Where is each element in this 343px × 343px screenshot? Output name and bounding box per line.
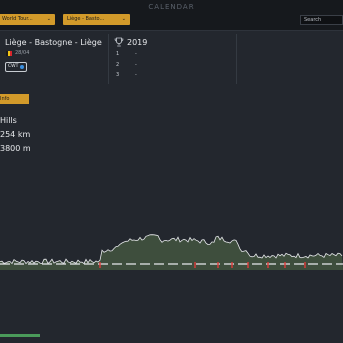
tour-dropdown[interactable]: World Tour... ⌄ [0,14,55,25]
country-flag-icon [6,51,12,56]
race-class-badge: CWT [5,62,28,72]
info-button[interactable]: Info [0,94,29,104]
tour-dropdown-label: World Tour... [2,16,33,22]
distance-value: 254 km [0,130,31,139]
elevation-value: 3800 m [0,144,31,153]
chevron-down-icon: ⌄ [46,16,51,22]
podium-rider: - [135,62,137,68]
elevation-profile [0,234,343,270]
podium-rank: 3 [116,72,120,78]
winners-year: 2019 [127,38,148,47]
column-divider [236,34,237,84]
race-dropdown-label: Liège - Basto... [67,16,105,22]
podium-row: 2 - [116,62,137,68]
podium-rider: - [135,72,137,78]
screen-title: CALENDAR [148,3,195,11]
trophy-icon [114,37,124,47]
profile-type: Hills [0,116,17,125]
info-dot-icon [20,65,25,69]
race-date: 28/04 [15,50,30,56]
podium-row: 3 - [116,72,137,78]
race-dropdown[interactable]: Liège - Basto... ⌄ [63,14,130,25]
chevron-down-icon: ⌄ [121,16,126,22]
podium-row: 1 - [116,51,137,57]
podium-rank: 1 [116,51,120,57]
top-bar: CALENDAR World Tour... ⌄ Liège - Basto..… [0,0,343,31]
profile-area [0,234,343,270]
race-title: Liège - Bastogne - Liège [5,38,102,47]
podium-rank: 2 [116,62,120,68]
column-divider [108,34,109,84]
scroll-indicator [0,334,40,337]
search-input[interactable] [300,15,343,25]
podium-rider: - [135,51,137,57]
race-class-label: CWT [8,64,19,69]
